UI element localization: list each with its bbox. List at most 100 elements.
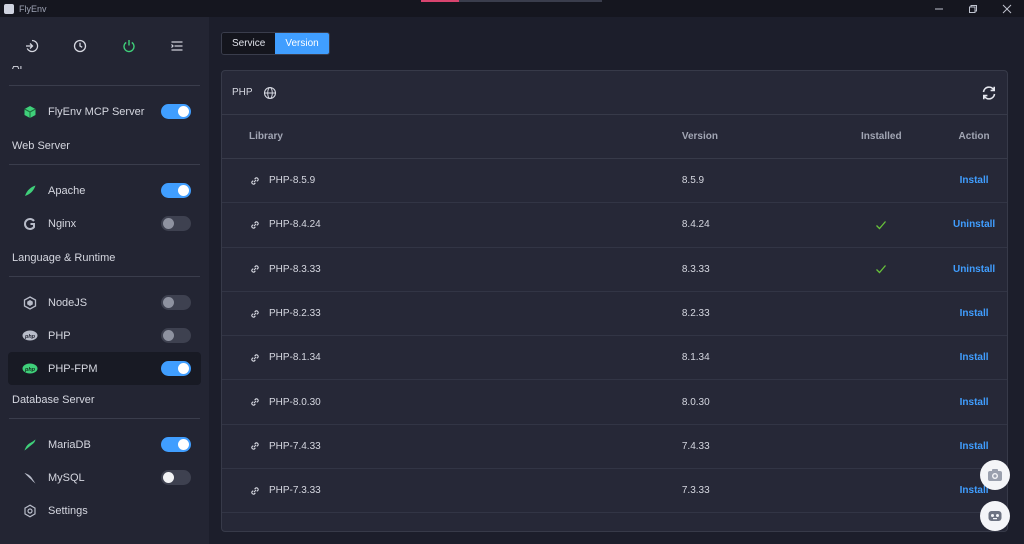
library-cell: PHP-7.4.33 (222, 440, 682, 452)
screenshot-button[interactable] (980, 460, 1010, 490)
clock-icon (74, 39, 87, 52)
list-menu-icon (170, 40, 183, 51)
table-row: PHP-8.2.33 8.2.33 Install (222, 292, 1007, 337)
version-cell: 7.3.33 (681, 485, 710, 497)
camera-icon (988, 469, 1002, 481)
version-table-body: PHP-8.5.9 8.5.9 Install PHP-8.4.24 8.4.24 Uni… (222, 159, 1007, 531)
install-button[interactable]: Install (960, 352, 989, 363)
mariadb-toggle[interactable] (161, 437, 191, 452)
col-action: Action (958, 131, 990, 142)
app-logo-icon (4, 3, 14, 14)
link-icon[interactable] (249, 175, 261, 187)
uninstall-button[interactable]: Uninstall (953, 264, 995, 275)
link-icon[interactable] (249, 352, 261, 364)
library-cell: PHP-8.4.24 (222, 219, 682, 231)
sidebar-item-mysql[interactable]: MySQL (8, 461, 201, 494)
action-cell: Uninstall (941, 264, 1007, 275)
action-cell: Uninstall (941, 219, 1007, 230)
install-button[interactable]: Install (960, 441, 989, 452)
sidebar-item-label: Apache (48, 184, 86, 197)
seal-icon (22, 437, 38, 453)
globe-icon[interactable] (263, 86, 277, 100)
dolphin-icon (22, 470, 38, 486)
library-cell: PHP-8.3.33 (222, 263, 682, 275)
library-cell: PHP-8.1.34 (222, 352, 682, 364)
login-icon (26, 39, 39, 52)
version-cell: 8.2.33 (681, 308, 710, 320)
uninstall-button[interactable]: Uninstall (953, 219, 995, 230)
sidebar-item-mariadb[interactable]: MariaDB (8, 428, 201, 461)
library-name: PHP-8.4.24 (269, 219, 321, 231)
link-icon[interactable] (249, 396, 261, 408)
install-button[interactable]: Install (960, 308, 989, 319)
install-button[interactable]: Install (960, 485, 989, 496)
installed-cell (821, 219, 941, 231)
library-name: PHP-8.3.33 (269, 263, 321, 275)
history-button[interactable] (69, 35, 91, 57)
section-web-server: Web Server (12, 140, 70, 152)
power-icon (122, 39, 135, 52)
sidebar-item-nodejs[interactable]: NodeJS (8, 286, 201, 319)
library-name: PHP-8.2.33 (269, 308, 321, 320)
library-name: PHP-7.4.33 (269, 440, 321, 452)
mcp-toggle[interactable] (161, 104, 191, 119)
restore-button[interactable] (956, 0, 990, 17)
power-button[interactable] (118, 35, 140, 57)
window-controls (922, 0, 1024, 17)
refresh-icon[interactable] (980, 84, 998, 102)
menu-button[interactable] (166, 35, 188, 57)
php-toggle[interactable] (161, 328, 191, 343)
sidebar-item-apache[interactable]: Apache (8, 174, 201, 207)
gear-icon (22, 503, 38, 519)
minimize-icon (935, 8, 943, 9)
library-name: PHP-8.5.9 (269, 175, 316, 187)
sidebar-item-label: MySQL (48, 471, 85, 484)
php-fpm-icon: php (22, 361, 38, 377)
table-row: PHP-8.4.24 8.4.24 Uninstall (222, 203, 1007, 248)
table-row: PHP-7.4.33 7.4.33 Install (222, 425, 1007, 470)
nodejs-toggle[interactable] (161, 295, 191, 310)
main-content: Service Version PHP Library Version Inst… (209, 17, 1024, 544)
link-icon[interactable] (249, 219, 261, 231)
link-icon[interactable] (249, 440, 261, 452)
sidebar-item-label: Nginx (48, 217, 77, 230)
col-library: Library (249, 131, 283, 142)
ai-assistant-button[interactable] (980, 501, 1010, 531)
nginx-toggle[interactable] (161, 216, 191, 231)
table-row: PHP-8.3.33 8.3.33 Uninstall (222, 248, 1007, 292)
mysql-toggle[interactable] (161, 470, 191, 485)
version-panel: PHP Library Version Installed Action PHP… (221, 70, 1008, 532)
tab-group: Service Version (221, 32, 330, 55)
version-cell: 8.5.9 (681, 175, 705, 187)
sidebar-item-settings[interactable]: Settings (8, 494, 201, 527)
sidebar-item-nginx[interactable]: Nginx (8, 207, 201, 240)
table-row-partial (222, 513, 1007, 531)
sidebar: AI FlyEnv MCP Server Web Server Apache N… (0, 17, 209, 544)
action-cell: Install (941, 175, 1007, 186)
nodejs-hexagon-icon (22, 295, 38, 311)
tab-version[interactable]: Version (275, 33, 329, 54)
close-button[interactable] (990, 0, 1024, 17)
tab-service[interactable]: Service (222, 33, 276, 54)
back-button[interactable] (21, 35, 43, 57)
version-cell: 8.3.33 (681, 263, 710, 275)
link-icon[interactable] (249, 308, 261, 320)
install-button[interactable]: Install (960, 175, 989, 186)
sidebar-item-mcp[interactable]: FlyEnv MCP Server (8, 95, 201, 128)
apache-toggle[interactable] (161, 183, 191, 198)
cube-icon (22, 104, 38, 120)
version-cell: 8.1.34 (681, 352, 710, 364)
close-icon (1002, 4, 1012, 13)
sidebar-item-php-fpm[interactable]: php PHP-FPM (8, 352, 201, 385)
php-fpm-toggle[interactable] (161, 361, 191, 376)
install-button[interactable]: Install (960, 397, 989, 408)
library-name: PHP-7.3.33 (269, 485, 321, 497)
minimize-button[interactable] (922, 0, 956, 17)
link-icon[interactable] (249, 485, 261, 497)
sidebar-item-label: Settings (48, 504, 88, 517)
version-cell: 8.4.24 (681, 219, 710, 231)
link-icon[interactable] (249, 263, 261, 275)
section-database-server: Database Server (12, 394, 95, 406)
title-accent-bar (421, 0, 459, 2)
sidebar-item-php[interactable]: php PHP (8, 319, 201, 352)
